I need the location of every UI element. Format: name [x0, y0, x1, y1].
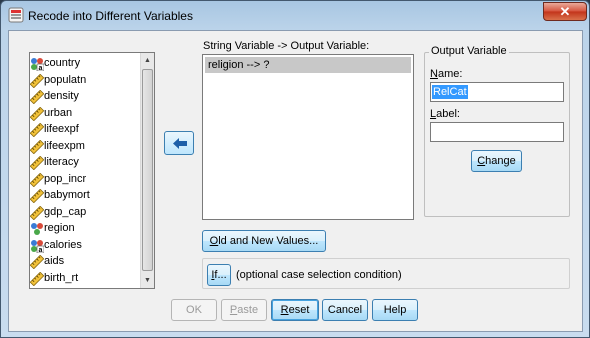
mapping-row[interactable]: religion --> ? [205, 57, 411, 73]
scroll-down-arrow-icon[interactable]: ▼ [141, 273, 154, 288]
name-input-value: RelCat [432, 85, 468, 99]
variable-name: lifeexpm [44, 139, 85, 152]
old-and-new-values-button[interactable]: Old and New Values... [202, 230, 326, 252]
move-variable-button[interactable] [164, 131, 194, 155]
scale-ruler-icon [29, 106, 45, 121]
variable-name: region [44, 222, 75, 234]
recode-app-icon [8, 7, 24, 23]
variable-list-item[interactable]: region [30, 221, 140, 238]
output-variable-group-title: Output Variable [429, 45, 509, 57]
scroll-up-arrow-icon[interactable]: ▲ [141, 53, 154, 68]
variable-list-item[interactable]: lifeexpm [29, 139, 140, 156]
if-button-label-rest: f... [214, 269, 227, 281]
paste-button[interactable]: Paste [221, 299, 267, 321]
variable-list-item[interactable]: aids [29, 254, 140, 271]
scale-ruler-icon [29, 139, 45, 154]
reset-button-label-rest: eset [288, 304, 310, 316]
scale-ruler-icon [29, 188, 45, 204]
nominal-icon [30, 222, 44, 236]
close-icon: ✕ [559, 4, 571, 19]
nominal-string-icon: a [30, 57, 45, 72]
variable-list-item[interactable]: urban [29, 106, 140, 123]
scale-ruler-icon [29, 271, 45, 286]
variable-name: birth_rt [44, 271, 79, 284]
source-variable-list[interactable]: a country populatn density urban lifeexpf life… [29, 52, 155, 289]
name-label-rest: ame: [437, 68, 463, 80]
label-label-rest: abel: [436, 108, 460, 120]
name-label: Name: [430, 68, 463, 80]
scale-ruler-icon [29, 254, 45, 270]
arrow-left-icon [173, 138, 187, 149]
reset-button[interactable]: Reset [271, 299, 319, 321]
if-button[interactable]: If... [207, 264, 231, 286]
variable-list-scrollbar[interactable]: ▲ ▼ [140, 53, 154, 288]
paste-button-label-rest: aste [237, 304, 259, 316]
scrollbar-thumb[interactable] [142, 69, 153, 271]
variable-name: babymort [44, 189, 90, 201]
close-button[interactable]: ✕ [543, 2, 587, 21]
svg-text:a: a [39, 247, 43, 253]
cancel-button[interactable]: Cancel [322, 299, 368, 321]
old-new-button-label-rest: ld and New Values... [218, 235, 319, 247]
change-button[interactable]: Change [471, 150, 522, 172]
variable-list-item[interactable]: populatn [29, 73, 140, 90]
scale-ruler-icon [29, 155, 45, 171]
help-button[interactable]: Help [372, 299, 418, 321]
nominal-string-icon: a [30, 239, 45, 254]
svg-text:a: a [39, 65, 43, 71]
variable-list-item[interactable]: a country [30, 56, 140, 73]
variable-name: calories [44, 238, 82, 251]
scale-ruler-icon [29, 89, 45, 105]
variable-list-item[interactable]: birth_rt [29, 271, 140, 288]
if-description: (optional case selection condition) [236, 269, 402, 281]
name-input[interactable]: RelCat [430, 82, 564, 102]
label-input[interactable] [430, 122, 564, 142]
change-button-label-rest: hange [485, 155, 516, 167]
variable-list-item[interactable]: pop_incr [29, 172, 140, 189]
scale-ruler-icon [29, 73, 45, 88]
variable-name: country [44, 57, 81, 69]
ok-button[interactable]: OK [171, 299, 217, 321]
variable-name: density [44, 90, 79, 102]
variable-list-item[interactable]: density [29, 89, 140, 106]
mapping-header-label: String Variable -> Output Variable: [203, 40, 370, 52]
variable-name: aids [44, 255, 65, 267]
variable-name: pop_incr [44, 172, 87, 185]
string-output-mapping-list[interactable]: religion --> ? [202, 54, 414, 220]
variable-name: populatn [44, 73, 87, 86]
variable-name: urban [44, 106, 73, 119]
variable-name: gdp_cap [44, 205, 87, 218]
variable-list-item[interactable]: literacy [29, 155, 140, 172]
variable-items: a country populatn density urban lifeexpf life… [29, 56, 140, 288]
label-label: Label: [430, 108, 460, 120]
variable-list-item[interactable]: gdp_cap [29, 205, 140, 222]
variable-name: literacy [44, 156, 79, 168]
scale-ruler-icon [29, 172, 45, 187]
window-title: Recode into Different Variables [28, 9, 193, 23]
variable-name: lifeexpf [44, 123, 79, 135]
variable-list-item[interactable]: lifeexpf [29, 122, 140, 139]
variable-list-item[interactable]: a calories [30, 238, 140, 255]
title-bar[interactable]: Recode into Different Variables ✕ [1, 1, 589, 29]
scale-ruler-icon [29, 122, 45, 138]
variable-list-item[interactable]: babymort [29, 188, 140, 205]
mapping-row-text: religion --> ? [208, 59, 270, 71]
scale-ruler-icon [29, 205, 45, 220]
